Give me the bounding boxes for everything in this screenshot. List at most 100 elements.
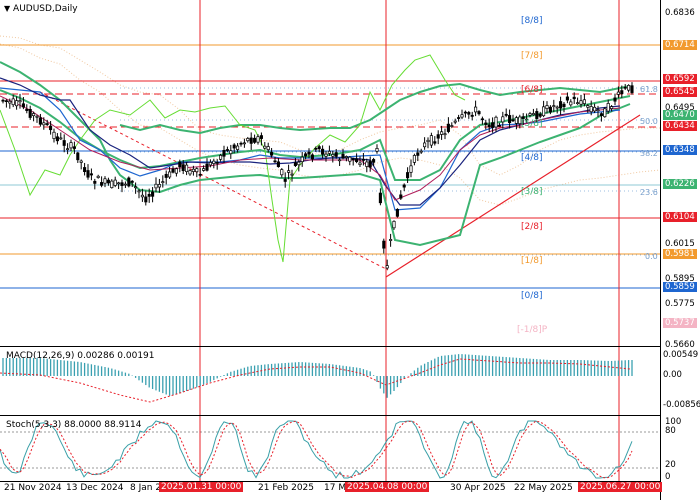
trendline-dotted bbox=[39, 91, 389, 271]
price-label-12: 0.5981 bbox=[663, 249, 697, 259]
candle-body bbox=[300, 156, 304, 162]
candle-body bbox=[426, 139, 430, 143]
candle-body bbox=[66, 148, 70, 151]
candle-body bbox=[185, 164, 189, 172]
candle-body bbox=[545, 105, 549, 109]
candle-body bbox=[511, 119, 515, 122]
fib-label-61: 61.8 bbox=[640, 85, 658, 94]
candle-body bbox=[623, 86, 627, 89]
candle-body bbox=[123, 183, 127, 186]
candle-body bbox=[273, 160, 277, 163]
murrey-lines bbox=[0, 44, 660, 289]
candle-body bbox=[606, 103, 610, 112]
macd-label: MACD(12,26,9) 0.00286 0.00191 bbox=[6, 351, 155, 361]
fib-label-50: 50.0 bbox=[640, 117, 658, 126]
candle-body bbox=[215, 162, 219, 164]
candle-body bbox=[232, 144, 236, 149]
candle-body bbox=[334, 152, 338, 157]
candle-body bbox=[321, 148, 325, 155]
macd-tick-0: 0.00549 bbox=[663, 350, 699, 360]
candle-body bbox=[93, 180, 97, 184]
candle-body bbox=[310, 154, 314, 160]
candle-body bbox=[375, 148, 379, 152]
candle-body bbox=[589, 106, 593, 113]
candle-body bbox=[576, 102, 580, 105]
candle-body bbox=[331, 154, 335, 157]
price-label-0: 0.6836 bbox=[665, 8, 695, 18]
candle-body bbox=[212, 160, 216, 164]
candle-body bbox=[76, 152, 80, 161]
candle-body bbox=[72, 146, 76, 149]
candle-body bbox=[208, 162, 212, 166]
x-highlight-1: 2025.04.08 00:00 bbox=[345, 482, 430, 492]
price-label-3: 0.6545 bbox=[663, 87, 697, 97]
candle-body bbox=[62, 140, 66, 146]
candle-body bbox=[89, 173, 93, 176]
candle-body bbox=[147, 193, 151, 197]
candle-body bbox=[406, 172, 410, 179]
candle-body bbox=[324, 153, 328, 157]
candle-body bbox=[487, 124, 491, 128]
candle-body bbox=[202, 168, 206, 171]
candle-body bbox=[263, 145, 267, 149]
price-chart[interactable]: [8/8] [7/8] [6/8] [5/8] [4/8] [3/8] [2/8… bbox=[0, 0, 660, 346]
candle-body bbox=[460, 114, 464, 118]
x-label-3: 21 Feb 2025 bbox=[258, 483, 315, 493]
symbol-label: AUDUSD,Daily bbox=[13, 4, 78, 14]
candle-body bbox=[246, 138, 250, 142]
candle-body bbox=[555, 106, 559, 109]
macd-tick-1: 0.00 bbox=[663, 370, 682, 380]
candle-body bbox=[603, 108, 607, 118]
price-label-11: 0.6015 bbox=[665, 239, 695, 249]
candle-body bbox=[627, 85, 631, 91]
price-label-16: 0.5737 bbox=[663, 318, 697, 328]
fib-label-38: 38.2 bbox=[640, 149, 658, 158]
candle-body bbox=[610, 106, 614, 109]
candle-body bbox=[174, 168, 178, 174]
candle-body bbox=[395, 208, 399, 217]
candle-body bbox=[127, 177, 131, 187]
candle-body bbox=[535, 111, 539, 119]
candle-body bbox=[103, 178, 107, 184]
stoch-tick-2: 20 bbox=[665, 460, 676, 470]
candle-body bbox=[239, 142, 243, 145]
triangle-down-icon: ▼ bbox=[4, 4, 11, 13]
candle-body bbox=[562, 103, 566, 108]
candle-body bbox=[195, 168, 199, 173]
candle-body bbox=[154, 183, 158, 189]
candle-body bbox=[198, 174, 202, 176]
candle-body bbox=[457, 117, 461, 119]
x-label-5: 30 Apr 2025 bbox=[450, 483, 506, 493]
candle-body bbox=[106, 179, 110, 184]
candle-body bbox=[191, 168, 195, 172]
candle-body bbox=[69, 142, 73, 149]
candle-body bbox=[266, 146, 270, 151]
candle-body bbox=[317, 146, 321, 150]
murrey-label-1-8: [1/8] bbox=[521, 256, 543, 266]
candle-body bbox=[293, 162, 297, 166]
candle-body bbox=[514, 117, 518, 124]
candle-body bbox=[548, 106, 552, 113]
price-label-8: 0.6226 bbox=[663, 179, 697, 189]
stoch-tick-1: 80 bbox=[665, 426, 676, 436]
candle-body bbox=[86, 170, 90, 178]
murrey-label-2-8: [2/8] bbox=[521, 222, 543, 232]
candle-body bbox=[508, 115, 512, 124]
candle-body bbox=[42, 122, 46, 126]
candle-body bbox=[130, 180, 134, 183]
candle-body bbox=[219, 155, 223, 160]
candle-body bbox=[358, 162, 362, 166]
candle-body bbox=[304, 153, 308, 157]
candle-body bbox=[11, 98, 15, 106]
candle-body bbox=[433, 141, 437, 144]
murrey-label-0-8: [0/8] bbox=[521, 291, 543, 301]
fib-label-23: 23.6 bbox=[640, 188, 658, 197]
candle-body bbox=[399, 194, 403, 199]
murrey-label-6-8: [6/8] bbox=[521, 85, 543, 95]
candle-body bbox=[620, 90, 624, 94]
candle-body bbox=[45, 123, 49, 125]
candle-body bbox=[351, 158, 355, 161]
candle-body bbox=[280, 169, 284, 176]
murrey-labels: [8/8] [7/8] [6/8] [5/8] [4/8] [3/8] [2/8… bbox=[517, 16, 548, 335]
candlesticks bbox=[1, 82, 634, 270]
